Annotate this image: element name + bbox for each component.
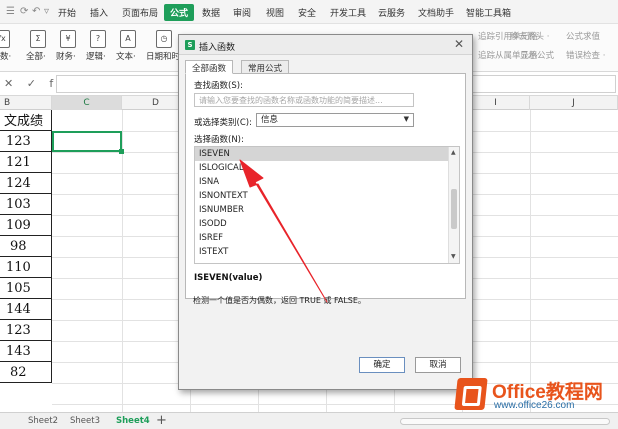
function-item-isnontext[interactable]: ISNONTEXT	[195, 189, 449, 203]
cell-b-value[interactable]: 98	[0, 236, 52, 257]
selected-cell-c2[interactable]	[52, 131, 124, 154]
add-sheet-icon[interactable]: +	[156, 413, 167, 428]
tab-all-functions[interactable]: 全部函数	[185, 60, 234, 74]
cell-b-value[interactable]: 82	[0, 362, 52, 383]
logic-icon[interactable]: ?	[90, 30, 106, 48]
cell-b-value[interactable]: 123	[0, 320, 52, 341]
dialog-title-bar[interactable]: S 插入函数 ✕	[179, 35, 472, 55]
column-c-header[interactable]: C	[52, 96, 122, 110]
tab-sheet3[interactable]: Sheet3	[70, 416, 100, 426]
customize-icon[interactable]: ▿	[44, 6, 49, 17]
function-item-isref[interactable]: ISREF	[195, 231, 449, 245]
show-formulas-button[interactable]: 显示公式	[520, 49, 554, 61]
text-icon[interactable]: A	[120, 30, 136, 48]
finance-icon[interactable]: ¥	[60, 30, 76, 48]
dialog-title: 插入函数	[199, 43, 236, 53]
cell-b-value[interactable]: 109	[0, 215, 52, 236]
sum-icon[interactable]: Σ	[30, 30, 46, 48]
office26-watermark: Office教程网 www.office26.com	[454, 376, 618, 414]
menu-icon[interactable]: ☰	[6, 6, 15, 17]
menu-developer[interactable]: 开发工具	[330, 6, 366, 19]
menu-security[interactable]: 安全	[298, 6, 316, 19]
function-list[interactable]: ISEVEN ISLOGICAL ISNA ISNONTEXT ISNUMBER…	[194, 146, 460, 264]
ok-button[interactable]: 确定	[359, 357, 405, 373]
function-item-istext[interactable]: ISTEXT	[195, 245, 449, 259]
ribbon-logic[interactable]: 逻辑·	[86, 50, 106, 62]
scroll-thumb[interactable]	[451, 189, 457, 229]
insert-function-icon[interactable]: fx	[0, 30, 10, 48]
sheet-tab-bar: Sheet2 Sheet3 Sheet4 +	[0, 412, 618, 429]
menu-data[interactable]: 数据	[202, 6, 220, 19]
function-item-iseven[interactable]: ISEVEN	[195, 147, 449, 161]
function-search-input[interactable]: 请输入您要查找的函数名称或函数功能的简要描述...	[194, 93, 414, 107]
tab-sheet4[interactable]: Sheet4	[116, 416, 150, 426]
function-description: 检测一个值是否为偶数，返回 TRUE 或 FALSE。	[193, 296, 366, 305]
ribbon-finance[interactable]: 财务·	[56, 50, 76, 62]
date-time-icon[interactable]: ◷	[156, 30, 172, 48]
cancel-button[interactable]: 取消	[415, 357, 461, 373]
category-value: 信息	[261, 115, 279, 125]
wps-logo-icon: S	[185, 40, 195, 50]
menu-doc-assistant[interactable]: 文档助手	[418, 6, 454, 19]
redo-icon[interactable]: ⟳	[20, 6, 28, 17]
function-item-islogical[interactable]: ISLOGICAL	[195, 161, 449, 175]
office-logo-icon	[454, 378, 488, 410]
function-item-isodd[interactable]: ISODD	[195, 217, 449, 231]
close-icon[interactable]: ✕	[454, 37, 464, 51]
cell-b-value[interactable]: 123	[0, 131, 52, 152]
cell-b-value[interactable]: 124	[0, 173, 52, 194]
column-j-header[interactable]: J	[530, 96, 618, 110]
menu-formulas[interactable]: 公式	[164, 4, 195, 21]
menu-insert[interactable]: 插入	[90, 6, 108, 19]
category-select[interactable]: 信息 ▼	[256, 113, 414, 127]
ribbon-text[interactable]: 文本·	[116, 50, 136, 62]
cell-b-value[interactable]: 105	[0, 278, 52, 299]
function-signature: ISEVEN(value)	[194, 273, 263, 283]
category-label: 或选择类别(C):	[194, 118, 252, 128]
menu-home[interactable]: 开始	[58, 6, 76, 19]
tab-common-formulas[interactable]: 常用公式	[241, 60, 290, 74]
function-item-isna[interactable]: ISNA	[195, 175, 449, 189]
cell-b-header[interactable]: 文成绩	[0, 110, 52, 131]
ribbon-insert-function[interactable]: 数·	[0, 50, 11, 62]
chevron-down-icon: ▼	[403, 115, 409, 123]
cell-b-value[interactable]: 121	[0, 152, 52, 173]
watermark-url: www.office26.com	[494, 400, 575, 411]
scroll-down-icon[interactable]: ▼	[451, 253, 456, 260]
grid-line	[530, 110, 531, 412]
grid-line	[122, 110, 123, 412]
scroll-up-icon[interactable]: ▲	[451, 149, 456, 156]
undo-icon[interactable]: ↶	[32, 6, 40, 17]
select-function-label: 选择函数(N):	[194, 135, 244, 145]
cell-b-value[interactable]: 143	[0, 341, 52, 362]
column-b-header[interactable]: B	[0, 96, 52, 110]
menu-review[interactable]: 审阅	[233, 6, 251, 19]
search-label: 查找函数(S):	[194, 81, 243, 91]
ribbon-all[interactable]: 全部·	[26, 50, 46, 62]
function-item-isnumber[interactable]: ISNUMBER	[195, 203, 449, 217]
insert-function-dialog: S 插入函数 ✕ 全部函数 常用公式 查找函数(S): 请输入您要查找的函数名称…	[178, 34, 473, 390]
horizontal-scrollbar[interactable]	[400, 418, 610, 425]
menu-smart-toolbox[interactable]: 智能工具箱	[466, 6, 511, 19]
cell-b-value[interactable]: 144	[0, 299, 52, 320]
tab-sheet2[interactable]: Sheet2	[28, 416, 58, 426]
error-check-button[interactable]: 错误检查 ·	[566, 49, 605, 61]
menu-bar: ☰ ⟳ ↶ ▿ 开始 插入 页面布局 公式 数据 审阅 视图 安全 开发工具 云…	[0, 0, 618, 24]
menu-view[interactable]: 视图	[266, 6, 284, 19]
evaluate-formula-button[interactable]: 公式求值	[566, 30, 600, 42]
menu-page-layout[interactable]: 页面布局	[122, 6, 158, 19]
cell-b-value[interactable]: 103	[0, 194, 52, 215]
menu-cloud[interactable]: 云服务	[378, 6, 405, 19]
function-list-scrollbar[interactable]: ▲ ▼	[448, 147, 459, 263]
functions-panel: 查找函数(S): 请输入您要查找的函数名称或函数功能的简要描述... 或选择类别…	[185, 73, 466, 299]
cell-b-value[interactable]: 110	[0, 257, 52, 278]
remove-arrows-button[interactable]: 移去箭头 ·	[510, 30, 549, 42]
